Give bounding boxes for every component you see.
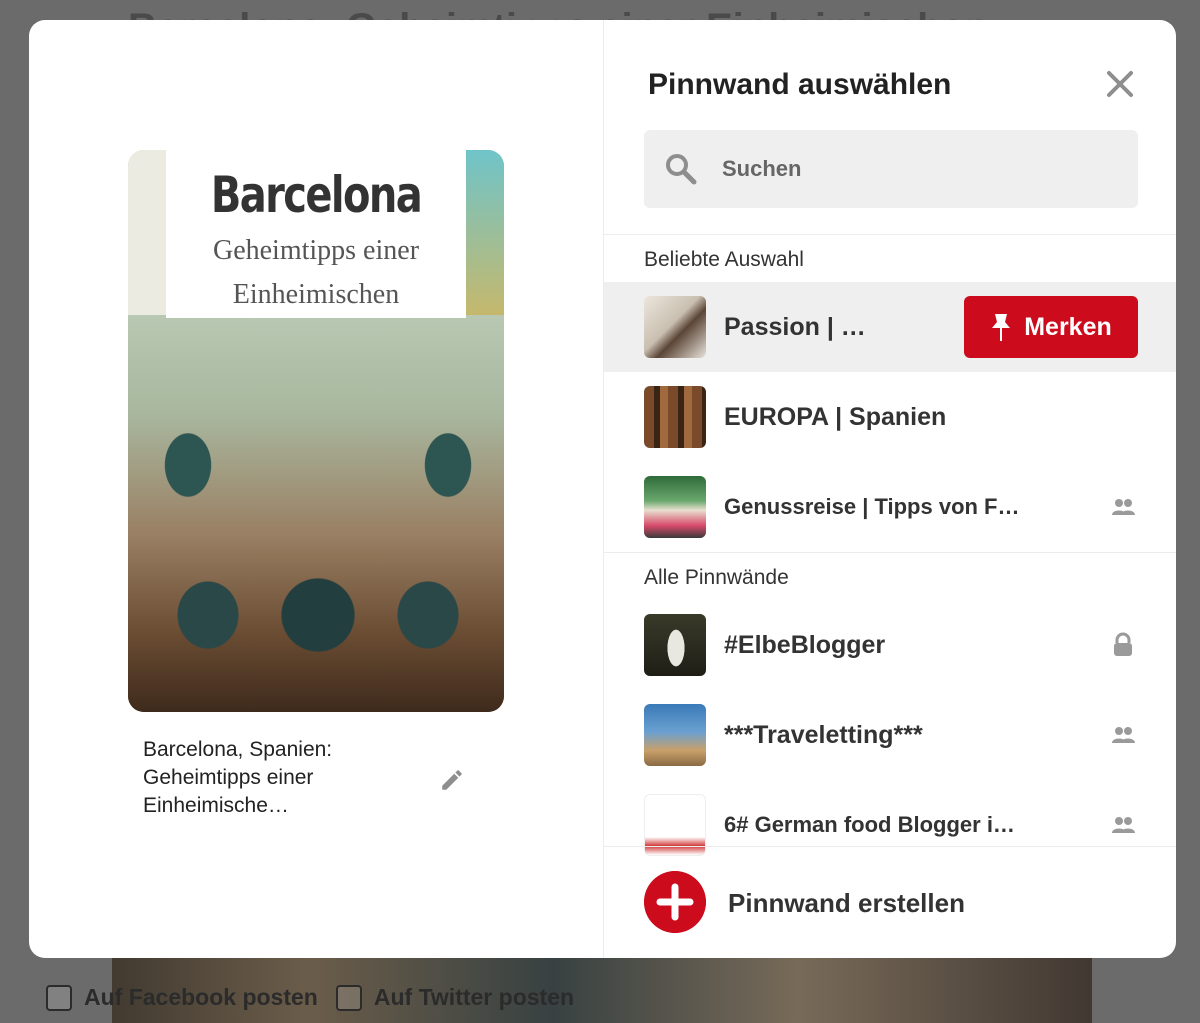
save-button-label: Merken — [1024, 312, 1112, 341]
pin-image: Barcelona Geheimtipps einer Einheimische… — [128, 150, 504, 712]
save-button[interactable]: Merken — [964, 296, 1138, 358]
board-name: #ElbeBlogger — [724, 630, 886, 659]
panel-title: Pinnwand auswählen — [648, 68, 952, 101]
lock-icon — [1114, 632, 1132, 656]
pin-image-caption: Barcelona Geheimtipps einer Einheimische… — [166, 150, 466, 318]
board-thumbnail — [644, 296, 706, 358]
board-search[interactable] — [644, 130, 1138, 208]
board-row-europa-spanien[interactable]: EUROPA | Spanien — [604, 372, 1176, 462]
board-row-traveletting[interactable]: ***Traveletting*** — [604, 690, 1176, 780]
board-thumbnail — [644, 614, 706, 676]
board-thumbnail — [644, 386, 706, 448]
facebook-share-label: Auf Facebook posten — [84, 984, 318, 1010]
pin-preview-panel: Barcelona Geheimtipps einer Einheimische… — [29, 20, 604, 958]
popular-section-label: Beliebte Auswahl — [644, 248, 804, 271]
board-row-genussreise[interactable]: Genussreise | Tipps von F… — [604, 462, 1176, 552]
group-icon — [1112, 727, 1135, 743]
casa-batllo-facade — [128, 315, 504, 712]
twitter-checkbox[interactable] — [335, 984, 362, 1011]
search-icon — [666, 154, 697, 185]
search-input[interactable] — [722, 156, 1102, 182]
board-name: Genussreise | Tipps von F… — [724, 494, 1020, 519]
pin-image-title: Barcelona — [210, 166, 423, 224]
board-picker-modal: Barcelona Geheimtipps einer Einheimische… — [29, 20, 1176, 958]
all-boards-section-label: Alle Pinnwände — [644, 566, 789, 589]
pin-image-subtitle-line2: Einheimischen — [232, 279, 400, 310]
facebook-share-option[interactable]: Auf Facebook posten — [46, 984, 318, 1011]
background-share-options: Auf Facebook posten Auf Twitter posten — [46, 984, 574, 1011]
twitter-share-label: Auf Twitter posten — [373, 984, 575, 1010]
close-icon[interactable] — [1104, 68, 1136, 100]
board-thumbnail — [644, 476, 706, 538]
group-icon — [1112, 817, 1135, 833]
board-thumbnail — [644, 704, 706, 766]
pin-description[interactable]: Barcelona, Spanien: Geheimtipps einer Ei… — [143, 736, 403, 820]
pushpin-icon — [992, 314, 1011, 341]
group-icon — [1112, 499, 1135, 515]
twitter-share-option[interactable]: Auf Twitter posten — [335, 984, 575, 1011]
facebook-checkbox[interactable] — [46, 984, 72, 1011]
divider — [604, 234, 1176, 235]
divider — [604, 846, 1176, 847]
board-row-passion[interactable]: Passion | … Merken — [604, 282, 1176, 372]
board-selection-panel: Pinnwand auswählen Beliebte Auswahl Pass… — [604, 20, 1176, 958]
pin-image-subtitle-line1: Geheimtipps einer — [212, 235, 420, 266]
board-name: EUROPA | Spanien — [724, 402, 947, 431]
board-row-elbeblogger[interactable]: #ElbeBlogger — [604, 600, 1176, 690]
divider — [604, 552, 1176, 553]
board-name: Passion | … — [724, 312, 866, 341]
pencil-icon[interactable] — [439, 767, 465, 793]
board-name: 6# German food Blogger i… — [724, 812, 1015, 837]
create-board-label: Pinnwand erstellen — [728, 888, 965, 918]
plus-icon — [644, 871, 706, 933]
board-name: ***Traveletting*** — [724, 720, 923, 749]
create-board-button[interactable]: Pinnwand erstellen — [604, 848, 1176, 958]
